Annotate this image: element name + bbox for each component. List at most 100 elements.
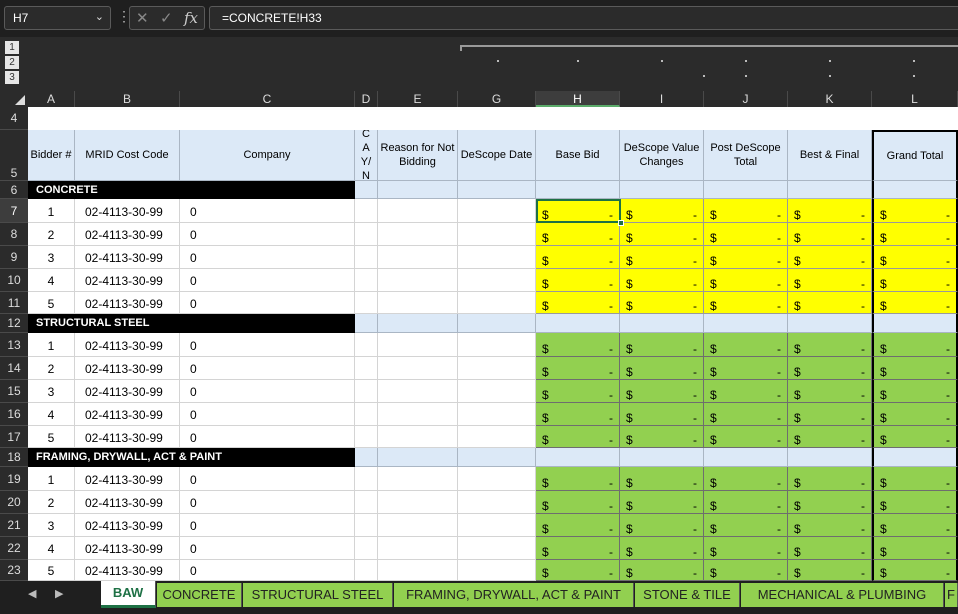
fill-handle[interactable] [618,220,624,226]
empty-cell[interactable] [458,403,536,426]
company-cell[interactable]: 0 [180,560,355,581]
empty-cell[interactable] [704,107,788,130]
bidder-number-cell[interactable]: 4 [28,537,75,560]
empty-cell[interactable] [788,107,872,130]
empty-cell[interactable] [355,467,378,491]
cost-code-cell[interactable]: 02-4113-30-99 [75,426,180,448]
company-cell[interactable]: 0 [180,467,355,491]
currency-cell[interactable]: $ - [704,491,788,514]
row-header-14[interactable]: 14 [0,357,28,380]
column-header-l[interactable]: L [872,91,958,107]
section-header-cell[interactable] [872,314,958,333]
sheet-tab-mechanical-plumbing[interactable]: MECHANICAL & PLUMBING [741,583,944,607]
currency-cell[interactable]: $ - [788,426,872,448]
currency-cell[interactable]: $ - [872,537,958,560]
bidder-number-cell[interactable]: 5 [28,426,75,448]
row-header-10[interactable]: 10 [0,269,28,292]
company-cell[interactable]: 0 [180,491,355,514]
row-header-23[interactable]: 23 [0,560,28,581]
section-header-cell[interactable] [355,314,378,333]
column-header-k[interactable]: K [788,91,872,107]
currency-cell[interactable]: $ - [536,491,620,514]
row-header-7[interactable]: 7 [0,199,28,223]
currency-cell[interactable]: $ - [872,246,958,269]
empty-cell[interactable] [355,107,378,130]
cost-code-cell[interactable]: 02-4113-30-99 [75,491,180,514]
company-cell[interactable]: 0 [180,537,355,560]
cost-code-cell[interactable]: 02-4113-30-99 [75,223,180,246]
section-header-cell[interactable] [620,181,704,199]
select-all-button[interactable] [0,91,28,107]
section-header-cell[interactable] [788,181,872,199]
row-header-22[interactable]: 22 [0,537,28,560]
currency-cell[interactable]: $ - [788,292,872,314]
row-header-17[interactable]: 17 [0,426,28,448]
empty-cell[interactable] [458,380,536,403]
empty-cell[interactable] [355,380,378,403]
currency-cell[interactable]: $ - [620,514,704,537]
row-header-8[interactable]: 8 [0,223,28,246]
sheet-tab-structural-steel[interactable]: STRUCTURAL STEEL [243,583,393,607]
bidder-number-cell[interactable]: 3 [28,246,75,269]
cost-code-cell[interactable]: 02-4113-30-99 [75,560,180,581]
row-header-13[interactable]: 13 [0,333,28,357]
currency-cell[interactable]: $ - [536,246,620,269]
row-header-19[interactable]: 19 [0,467,28,491]
empty-cell[interactable] [355,357,378,380]
currency-cell[interactable]: $ - [788,467,872,491]
currency-cell[interactable]: $ - [872,403,958,426]
currency-cell[interactable]: $ - [872,426,958,448]
currency-cell[interactable]: $ - [788,223,872,246]
currency-cell[interactable]: $ - [704,199,788,223]
bidder-number-cell[interactable]: 2 [28,223,75,246]
currency-cell[interactable]: $ - [620,426,704,448]
empty-cell[interactable] [378,380,458,403]
empty-cell[interactable] [378,333,458,357]
currency-cell[interactable]: $ - [872,269,958,292]
empty-cell[interactable] [355,560,378,581]
currency-cell[interactable]: $ - [536,537,620,560]
empty-cell[interactable] [355,292,378,314]
column-header-a[interactable]: A [28,91,75,107]
empty-cell[interactable] [458,537,536,560]
row-header-21[interactable]: 21 [0,514,28,537]
currency-cell[interactable]: $ - [536,403,620,426]
section-header-cell[interactable] [536,181,620,199]
empty-cell[interactable] [378,223,458,246]
bidder-number-cell[interactable]: 5 [28,292,75,314]
currency-cell[interactable]: $ - [704,292,788,314]
empty-cell[interactable] [872,107,958,130]
empty-cell[interactable] [458,560,536,581]
currency-cell[interactable]: $ - [704,333,788,357]
sheet-tab-framing-drywall-act-paint[interactable]: FRAMING, DRYWALL, ACT & PAINT [394,583,634,607]
cost-code-cell[interactable]: 02-4113-30-99 [75,269,180,292]
currency-cell[interactable]: $ - [788,537,872,560]
bidder-number-cell[interactable]: 1 [28,199,75,223]
enter-icon[interactable]: ✓ [160,9,173,27]
empty-cell[interactable] [458,107,536,130]
section-header-cell[interactable] [536,314,620,333]
outline-level-2-button[interactable]: 2 [5,56,19,69]
currency-cell[interactable]: $ - [536,292,620,314]
empty-cell[interactable] [458,199,536,223]
section-header-cell[interactable] [458,448,536,467]
bidder-number-cell[interactable]: 1 [28,467,75,491]
column-header-j[interactable]: J [704,91,788,107]
bidder-number-cell[interactable]: 4 [28,403,75,426]
outline-level-3-button[interactable]: 3 [5,71,19,84]
company-cell[interactable]: 0 [180,199,355,223]
empty-cell[interactable] [458,467,536,491]
row-header-18[interactable]: 18 [0,448,28,467]
column-header-e[interactable]: E [378,91,458,107]
currency-cell[interactable]: $ - [536,357,620,380]
row-header-20[interactable]: 20 [0,491,28,514]
section-header-cell[interactable] [620,314,704,333]
empty-cell[interactable] [378,537,458,560]
company-cell[interactable]: 0 [180,514,355,537]
formula-input[interactable]: =CONCRETE!H33 [209,6,958,30]
empty-cell[interactable] [378,560,458,581]
currency-cell[interactable]: $ - [872,199,958,223]
empty-cell[interactable] [378,357,458,380]
currency-cell[interactable]: $ - [620,467,704,491]
currency-cell[interactable]: $ - [872,491,958,514]
